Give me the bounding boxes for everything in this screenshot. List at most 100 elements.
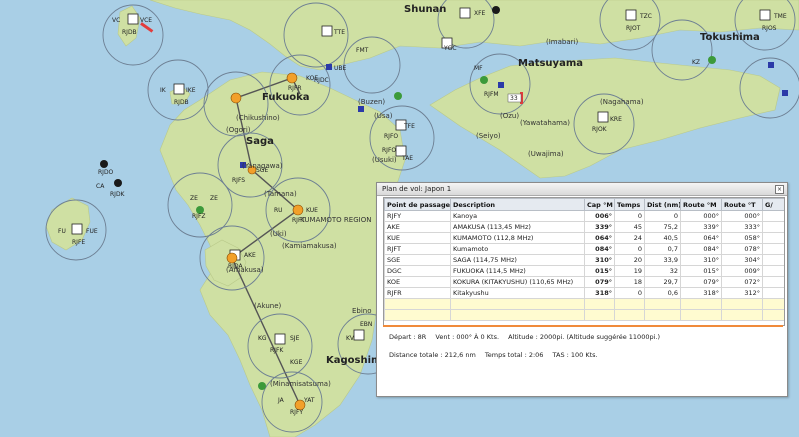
cell-route-t: 058° (721, 232, 763, 244)
cell-waypoint: AKE (384, 221, 451, 233)
station-sub-tzc: RJOT (626, 25, 641, 32)
station-code-kge: KGE (290, 359, 303, 366)
label-chikushino: (Chikushino) (236, 114, 280, 122)
ndb-marker-rjot (708, 56, 716, 64)
cell-gs (762, 232, 784, 244)
col-header-temps[interactable]: Temps (614, 198, 645, 211)
table-row-empty[interactable] (384, 298, 784, 310)
table-row[interactable]: RJFR Kitakyushu 318° 0 0,6 318° 312° (384, 287, 784, 299)
cell-dist: 40,5 (644, 232, 681, 244)
cell-cap: 318° (584, 287, 615, 299)
cell-gs (762, 276, 784, 288)
station-extra-vce: VC (112, 17, 120, 24)
station-code-xfe: XFE (474, 10, 486, 17)
label-imabari: (Imabari) (546, 38, 578, 46)
cell-gs (762, 265, 784, 277)
col-header-waypoint[interactable]: Point de passage (384, 198, 451, 211)
cell-temps: 20 (614, 254, 645, 266)
label-akune: (Akune) (254, 302, 282, 310)
station-code-tzc: TZC (639, 13, 652, 20)
table-row[interactable]: RJFY Kanoya 006° 0 0 000° 000° (384, 210, 784, 222)
close-icon[interactable]: × (775, 185, 784, 194)
table-row[interactable]: KOE KOKURA (KITAKYUSHU) (110,65 MHz) 079… (384, 276, 784, 288)
station-code-ygc: YGC (443, 45, 457, 52)
cell-dist: 32 (644, 265, 681, 277)
station-code-ike: IKE (186, 87, 196, 94)
cell-cap: 339° (584, 221, 615, 233)
flight-plan-table-container[interactable]: Point de passage Description Cap °M Temp… (383, 197, 785, 326)
airport-marker-rjfo (358, 106, 364, 112)
station-sub-ube: RJDC (314, 77, 329, 84)
cell-empty (584, 309, 615, 321)
cell-description: Kumamoto (450, 243, 585, 255)
cell-waypoint: DGC (384, 265, 451, 277)
table-row-empty[interactable] (384, 309, 784, 321)
summary-distance: Distance totale : 212,6 nm (389, 351, 476, 359)
table-row[interactable]: AKE AMAKUSA (113,45 MHz) 339° 45 75,2 33… (384, 221, 784, 233)
label-ogori: (Ogori) (226, 126, 251, 134)
vor-marker-vce (127, 13, 139, 25)
vor-marker-ike (173, 83, 185, 95)
station-code-kre: KRE (610, 116, 622, 123)
label-ebino: Ebino (352, 307, 372, 315)
flight-plan-title-bar[interactable]: Plan de vol: Japon 1 × (377, 183, 787, 196)
label-minamisatsuma: (Minamisatsuma) (270, 380, 331, 388)
vor-marker-fue (71, 223, 83, 235)
cell-dist: 29,7 (644, 276, 681, 288)
highway-badge-label: 33 (510, 95, 518, 102)
table-row[interactable]: SGE SAGA (114,75 MHz) 310° 20 33,9 310° … (384, 254, 784, 266)
col-header-route-t[interactable]: Route °T (721, 198, 763, 211)
station-code-sge: SGE (256, 167, 268, 174)
station-code-tfe: TFE (403, 123, 415, 130)
label-fukuoka: Fukuoka (262, 92, 310, 103)
col-header-description[interactable]: Description (450, 198, 585, 211)
col-header-route-m[interactable]: Route °M (680, 198, 722, 211)
cell-temps: 24 (614, 232, 645, 244)
label-uwajima: (Uwajima) (528, 150, 564, 158)
cell-empty (721, 298, 763, 310)
col-header-cap[interactable]: Cap °M (584, 198, 615, 211)
waypoint-marker-kue (292, 204, 304, 216)
label-uki: (Uki) (270, 230, 287, 238)
cell-route-m: 064° (680, 232, 722, 244)
cell-empty (644, 298, 681, 310)
vor-marker-sje (274, 333, 286, 345)
cell-route-m: 339° (680, 221, 722, 233)
table-row[interactable]: RJFT Kumamoto 084° 0 0,7 084° 078° (384, 243, 784, 255)
station-sub-kre: RJOK (592, 126, 608, 133)
station-code-ze: ZE (210, 195, 218, 202)
cell-empty (680, 309, 722, 321)
cell-empty (584, 298, 615, 310)
cell-waypoint: RJFT (384, 243, 451, 255)
station-extra-ebn: KV (346, 335, 355, 342)
cell-route-t: 072° (721, 276, 763, 288)
summary-row-2: Distance totale : 212,6 nm Temps total :… (389, 351, 605, 359)
summary-vent: Vent : 000° À 0 Kts. (435, 333, 500, 341)
table-row[interactable]: DGC FUKUOKA (114,5 MHz) 015° 19 32 015° … (384, 265, 784, 277)
col-header-dist[interactable]: Dist (nm) (644, 198, 681, 211)
label-usa: (Usa) (374, 112, 393, 120)
cell-temps: 18 (614, 276, 645, 288)
cell-description: KUMAMOTO (112,8 MHz) (450, 232, 585, 244)
cell-route-m: 079° (680, 276, 722, 288)
cell-empty (721, 309, 763, 321)
cell-empty (384, 309, 451, 321)
cell-empty (614, 298, 645, 310)
col-header-gs[interactable]: G/ (762, 198, 784, 211)
cell-temps: 0 (614, 287, 645, 299)
cell-route-t: 078° (721, 243, 763, 255)
cell-dist: 0,7 (644, 243, 681, 255)
station-code-kue: KUE (306, 207, 318, 214)
cell-gs (762, 287, 784, 299)
station-code-tae: TAE (401, 155, 413, 162)
waypoint-marker-dgc (230, 92, 242, 104)
station-code-kz: KZ (692, 59, 700, 66)
cell-empty (644, 309, 681, 321)
label-usuki: (Usuki) (372, 156, 397, 164)
table-header-row: Point de passage Description Cap °M Temp… (384, 198, 784, 211)
cell-empty (762, 309, 784, 321)
table-row[interactable]: KUE KUMAMOTO (112,8 MHz) 064° 24 40,5 06… (384, 232, 784, 244)
flight-plan-window[interactable]: Plan de vol: Japon 1 × Point de passage … (376, 182, 788, 397)
label-ozu: (Ozu) (500, 112, 519, 120)
cell-temps: 0 (614, 243, 645, 255)
